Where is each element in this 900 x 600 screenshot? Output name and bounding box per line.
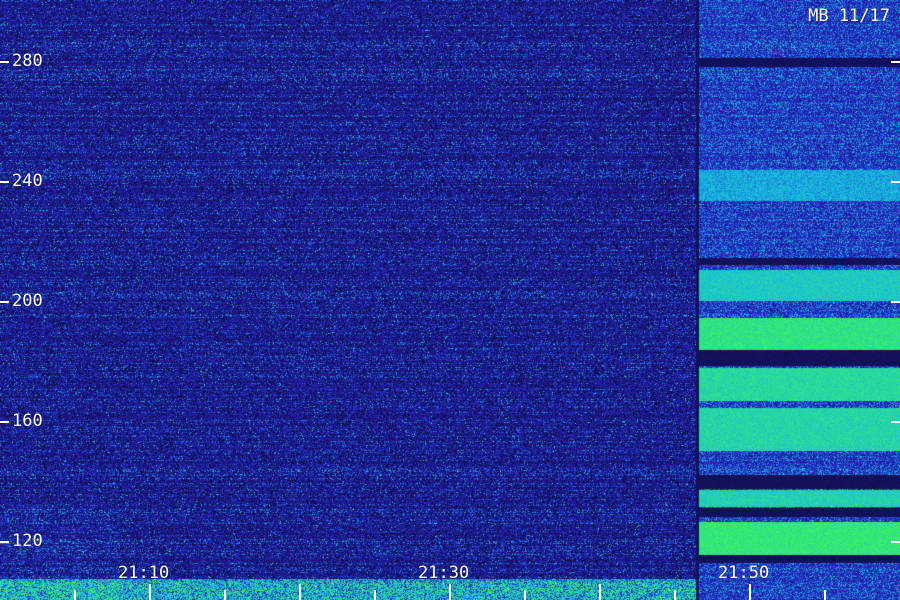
y-tick-right [891, 301, 900, 303]
y-tick-left [0, 181, 9, 183]
y-tick-label: 240 [12, 171, 43, 191]
y-tick-label: 280 [12, 51, 43, 71]
x-tick [449, 584, 451, 600]
x-tick [74, 590, 76, 600]
y-tick-left [0, 421, 9, 423]
x-tick [374, 590, 376, 600]
spectrogram-viewer: MB 11/17 280 240 200 160 120 21:10 21:30… [0, 0, 900, 600]
x-tick [299, 584, 301, 600]
spectrogram-plot [0, 0, 900, 600]
x-tick [149, 584, 151, 600]
y-tick-label: 160 [12, 411, 43, 431]
x-tick [674, 590, 676, 600]
x-tick [824, 590, 826, 600]
y-tick-right [891, 61, 900, 63]
y-tick-left [0, 61, 9, 63]
y-tick-label: 200 [12, 291, 43, 311]
x-tick-label: 21:30 [418, 563, 470, 583]
y-tick-label: 120 [12, 531, 43, 551]
y-tick-left [0, 541, 9, 543]
y-tick-right [891, 181, 900, 183]
y-tick-right [891, 421, 900, 423]
x-tick [224, 590, 226, 600]
x-tick [599, 584, 601, 600]
x-tick-label: 21:10 [118, 563, 170, 583]
x-tick [749, 584, 751, 600]
x-tick [524, 590, 526, 600]
y-tick-right [891, 541, 900, 543]
y-tick-left [0, 301, 9, 303]
station-date-label: MB 11/17 [808, 6, 890, 26]
x-tick-label: 21:50 [718, 563, 770, 583]
